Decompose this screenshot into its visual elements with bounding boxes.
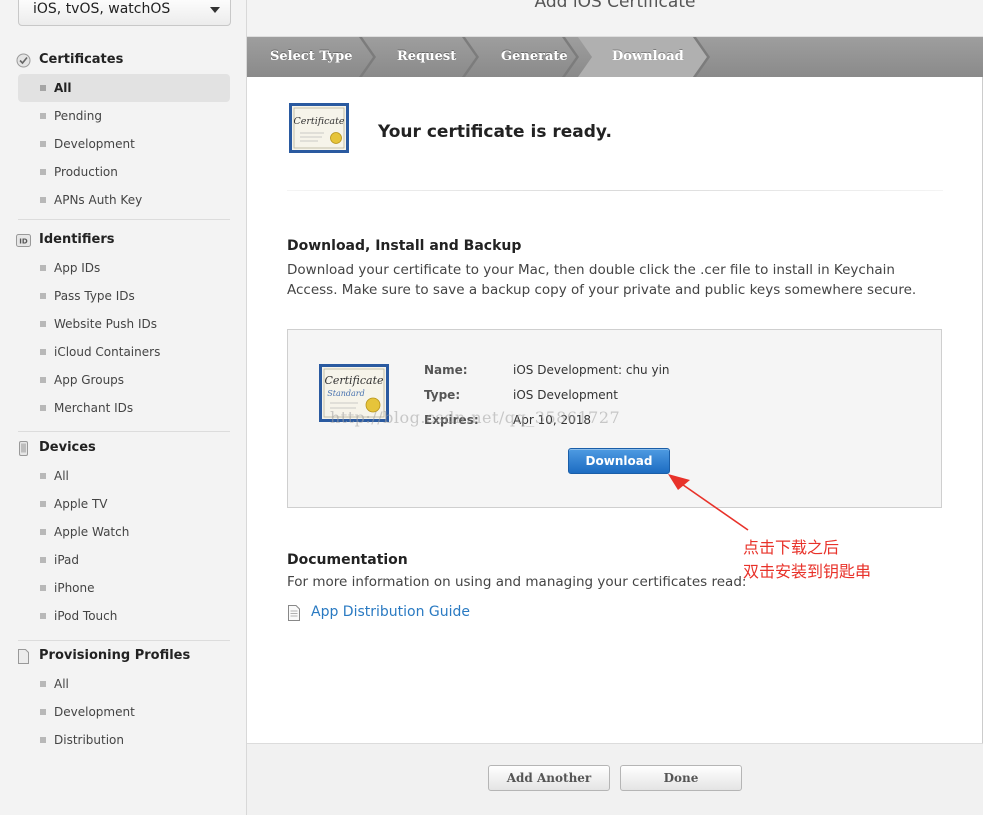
section-devices: Devices All Apple TV Apple Watch iPad iP… xyxy=(0,434,247,630)
certificate-ready-icon: Certificate xyxy=(288,102,350,158)
sidebar-item-icloud-containers[interactable]: iCloud Containers xyxy=(18,338,230,366)
annotation-note: 点击下载之后 双击安装到钥匙串 xyxy=(743,536,871,584)
divider xyxy=(18,431,230,432)
section-header-provisioning-profiles[interactable]: Provisioning Profiles xyxy=(0,642,247,670)
section-title-download: Download, Install and Backup xyxy=(287,238,522,254)
watermark: http://blog.csdn.net/qq_35861727 xyxy=(330,408,621,427)
sidebar-item-ipod-touch[interactable]: iPod Touch xyxy=(18,602,230,630)
sidebar-item-label: APNs Auth Key xyxy=(54,193,143,207)
sidebar-item-label: Pass Type IDs xyxy=(54,289,135,303)
sidebar-item-profiles-development[interactable]: Development xyxy=(18,698,230,726)
document-icon xyxy=(288,605,300,621)
sidebar-item-apple-watch[interactable]: Apple Watch xyxy=(18,518,230,546)
sidebar-item-certificates-all[interactable]: All xyxy=(18,74,230,102)
sidebar-item-label: iCloud Containers xyxy=(54,345,161,359)
sidebar-item-website-push-ids[interactable]: Website Push IDs xyxy=(18,310,230,338)
type-label: Type: xyxy=(424,388,461,402)
id-icon: ID xyxy=(16,234,31,247)
sidebar-item-label: Apple TV xyxy=(54,497,108,511)
sidebar-item-label: All xyxy=(54,677,69,691)
sidebar-item-label: App Groups xyxy=(54,373,125,387)
annotation-line: 双击安装到钥匙串 xyxy=(743,562,872,581)
sidebar-item-app-groups[interactable]: App Groups xyxy=(18,366,230,394)
section-header-devices[interactable]: Devices xyxy=(0,434,247,462)
section-header-identifiers[interactable]: ID Identifiers xyxy=(0,226,247,254)
section-title: Provisioning Profiles xyxy=(39,648,191,663)
sidebar-item-label: Merchant IDs xyxy=(54,401,134,415)
download-button[interactable]: Download xyxy=(568,448,670,474)
sidebar-item-label: iPhone xyxy=(54,581,95,595)
sidebar-item-label: Pending xyxy=(54,109,102,123)
divider xyxy=(18,219,230,220)
divider xyxy=(287,190,943,191)
section-provisioning-profiles: Provisioning Profiles All Development Di… xyxy=(0,642,247,754)
step-download: Download xyxy=(612,49,684,64)
certificate-badge-icon xyxy=(16,53,31,68)
section-certificates: Certificates All Pending Development Pro… xyxy=(0,46,247,214)
section-title: Devices xyxy=(39,440,96,455)
annotation-line: 点击下载之后 xyxy=(743,538,840,557)
done-button[interactable]: Done xyxy=(620,765,742,791)
sidebar-item-label: Development xyxy=(54,137,135,151)
name-label: Name: xyxy=(424,363,468,377)
sidebar-item-app-ids[interactable]: App IDs xyxy=(18,254,230,282)
sidebar-item-label: All xyxy=(54,81,72,95)
app-distribution-guide-link[interactable]: App Distribution Guide xyxy=(311,604,470,620)
svg-text:Certificate: Certificate xyxy=(293,116,344,127)
sidebar-item-label: iPod Touch xyxy=(54,609,118,623)
platform-select[interactable]: iOS, tvOS, watchOS xyxy=(18,0,231,26)
type-value: iOS Development xyxy=(513,388,618,402)
step-generate: Generate xyxy=(501,49,568,64)
sidebar-item-label: iPad xyxy=(54,553,80,567)
ready-title: Your certificate is ready. xyxy=(378,122,612,142)
divider xyxy=(18,640,230,641)
sidebar-item-production[interactable]: Production xyxy=(18,158,230,186)
svg-text:Certificate: Certificate xyxy=(324,374,384,387)
section-title: Identifiers xyxy=(39,232,115,247)
sidebar-item-certificates-development[interactable]: Development xyxy=(18,130,230,158)
platform-select-value: iOS, tvOS, watchOS xyxy=(33,1,171,17)
section-description-documentation: For more information on using and managi… xyxy=(287,574,747,590)
certificate-icon: Certificate xyxy=(289,103,349,153)
main-content: Add iOS Certificate Select Type Request … xyxy=(247,0,983,815)
sidebar-item-label: Distribution xyxy=(54,733,125,747)
document-icon xyxy=(18,649,29,664)
sidebar-item-apns-auth-key[interactable]: APNs Auth Key xyxy=(18,186,230,214)
name-value: iOS Development: chu yin xyxy=(513,363,670,377)
sidebar-item-pass-type-ids[interactable]: Pass Type IDs xyxy=(18,282,230,310)
section-header-certificates[interactable]: Certificates xyxy=(0,46,247,74)
page-header: Add iOS Certificate xyxy=(247,0,983,37)
sidebar-item-label: Apple Watch xyxy=(54,525,130,539)
sidebar-item-merchant-ids[interactable]: Merchant IDs xyxy=(18,394,230,422)
sidebar-item-iphone[interactable]: iPhone xyxy=(18,574,230,602)
section-description-download: Download your certificate to your Mac, t… xyxy=(287,262,917,298)
step-request: Request xyxy=(397,49,457,64)
page-title: Add iOS Certificate xyxy=(534,0,696,12)
sidebar-item-devices-all[interactable]: All xyxy=(18,462,230,490)
section-title-documentation: Documentation xyxy=(287,552,408,568)
add-another-button[interactable]: Add Another xyxy=(488,765,610,791)
svg-text:Standard: Standard xyxy=(327,389,364,398)
section-title: Certificates xyxy=(39,52,124,67)
chevron-down-icon xyxy=(210,7,220,13)
sidebar-item-label: Website Push IDs xyxy=(54,317,157,331)
sidebar-item-label: Development xyxy=(54,705,135,719)
sidebar-item-label: App IDs xyxy=(54,261,101,275)
sidebar-item-label: All xyxy=(54,469,69,483)
sidebar-item-profiles-all[interactable]: All xyxy=(18,670,230,698)
step-progress: Select Type Request Generate Download xyxy=(247,37,983,77)
section-identifiers: ID Identifiers App IDs Pass Type IDs Web… xyxy=(0,226,247,422)
sidebar-item-pending[interactable]: Pending xyxy=(18,102,230,130)
annotation-arrow-icon xyxy=(668,474,749,531)
certificate-details-panel: Certificate Standard Name: iOS Developme… xyxy=(287,329,942,508)
svg-text:ID: ID xyxy=(19,238,28,246)
sidebar-item-label: Production xyxy=(54,165,118,179)
step-select-type: Select Type xyxy=(270,49,353,64)
sidebar-item-ipad[interactable]: iPad xyxy=(18,546,230,574)
device-icon xyxy=(19,441,28,456)
sidebar-item-apple-tv[interactable]: Apple TV xyxy=(18,490,230,518)
sidebar: iOS, tvOS, watchOS Certificates All Pend… xyxy=(0,0,247,815)
footer-bar: Add Another Done xyxy=(247,743,983,815)
sidebar-item-distribution[interactable]: Distribution xyxy=(18,726,230,754)
